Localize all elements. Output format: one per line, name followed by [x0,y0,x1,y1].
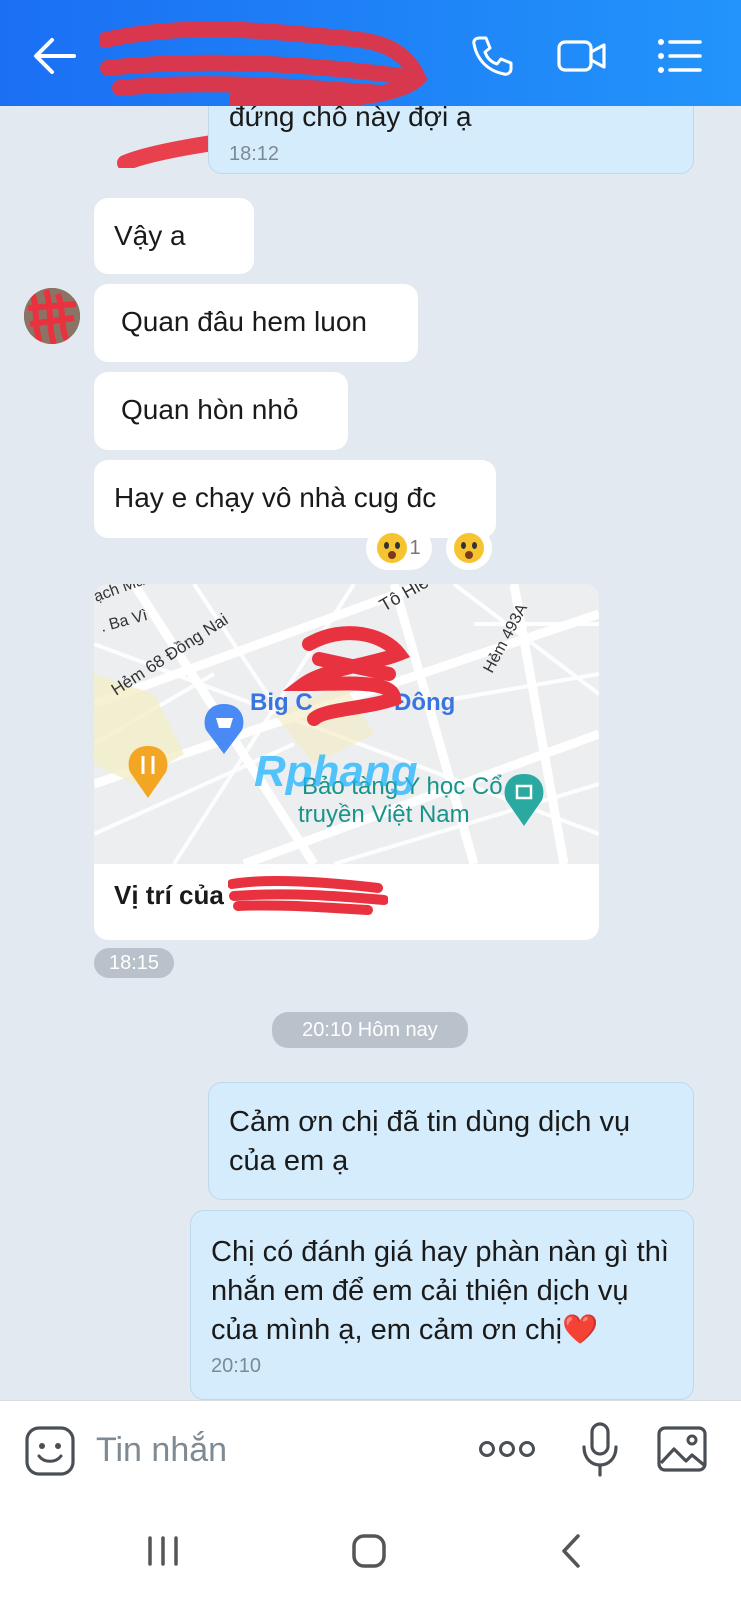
shocked-emoji-icon [377,533,408,563]
outgoing-message-bubble[interactable]: Cảm ơn chị đã tin dùng dịch vụ của em ạ [208,1082,694,1200]
microphone-icon[interactable] [580,1421,620,1479]
incoming-message-bubble[interactable]: Hay e chạy vô nhà cug đc [94,460,496,538]
menu-list-icon[interactable] [654,32,706,80]
incoming-message-bubble[interactable]: Quan đâu hem luon [94,284,418,362]
message-text: Cảm ơn chị đã tin dùng dịch vụ của em ạ [229,1106,631,1177]
message-time: 20:10 [211,1355,262,1377]
message-text: Chị có đánh giá hay phàn nàn gì thì nhắn… [211,1236,669,1346]
message-text: Hay e chạy vô nhà cug đc [114,482,437,513]
incoming-message-bubble[interactable]: Vậy a [94,198,254,274]
home-icon[interactable] [350,1532,388,1570]
back-arrow-icon[interactable] [30,34,80,78]
image-icon[interactable] [656,1425,708,1473]
sticker-icon[interactable] [24,1425,76,1477]
map-label: Big C [250,689,313,716]
message-text: đứng chỗ này đợi ạ [229,106,472,132]
caption-redaction-scribble [228,876,388,915]
location-message-card[interactable]: ạch Ma . Ba Vì Hẻm 68 Đồng Nai Tô Hiế Hẻ… [94,584,599,940]
outgoing-message-bubble[interactable]: Chị có đánh giá hay phàn nàn gì thì nhắn… [190,1210,694,1400]
message-text: Quan đâu hem luon [121,306,367,337]
avatar-redaction [24,288,80,344]
chat-header [0,0,741,168]
shocked-emoji-icon [454,533,484,563]
map-label: Đông [394,689,455,716]
more-icon[interactable] [478,1435,536,1463]
map-label: truyền Việt Nam [298,801,470,828]
video-call-icon[interactable] [556,32,608,80]
watermark-text: Rphang [254,747,418,796]
back-nav-icon[interactable] [556,1532,586,1570]
incoming-message-bubble[interactable]: Quan hòn nhỏ [94,372,348,450]
message-time-pill: 18:15 [94,948,174,978]
message-input-bar: Tin nhắn [0,1400,741,1500]
message-text: Vậy a [114,220,186,251]
outgoing-message-bubble[interactable]: đứng chỗ này đợi ạ 18:12 [208,106,694,174]
sender-avatar[interactable] [24,288,80,344]
date-separator: 20:10 Hôm nay [272,1012,468,1048]
system-navigation-bar [0,1500,741,1600]
reaction-count: 1 [409,536,421,559]
chat-area[interactable]: đứng chỗ này đợi ạ 18:12 Vậy a Quan đâu … [0,106,741,1400]
reaction-badge[interactable]: 1 [366,526,432,570]
message-input[interactable]: Tin nhắn [96,1431,227,1470]
phone-icon[interactable] [466,32,518,80]
map-thumbnail[interactable]: ạch Ma . Ba Vì Hẻm 68 Đồng Nai Tô Hiế Hẻ… [94,584,599,864]
location-caption: Vị trí của [114,880,224,910]
message-time: 18:12 [229,143,280,165]
add-reaction-button[interactable] [446,526,492,570]
recents-icon[interactable] [146,1534,180,1568]
message-text: Quan hòn nhỏ [121,394,299,425]
